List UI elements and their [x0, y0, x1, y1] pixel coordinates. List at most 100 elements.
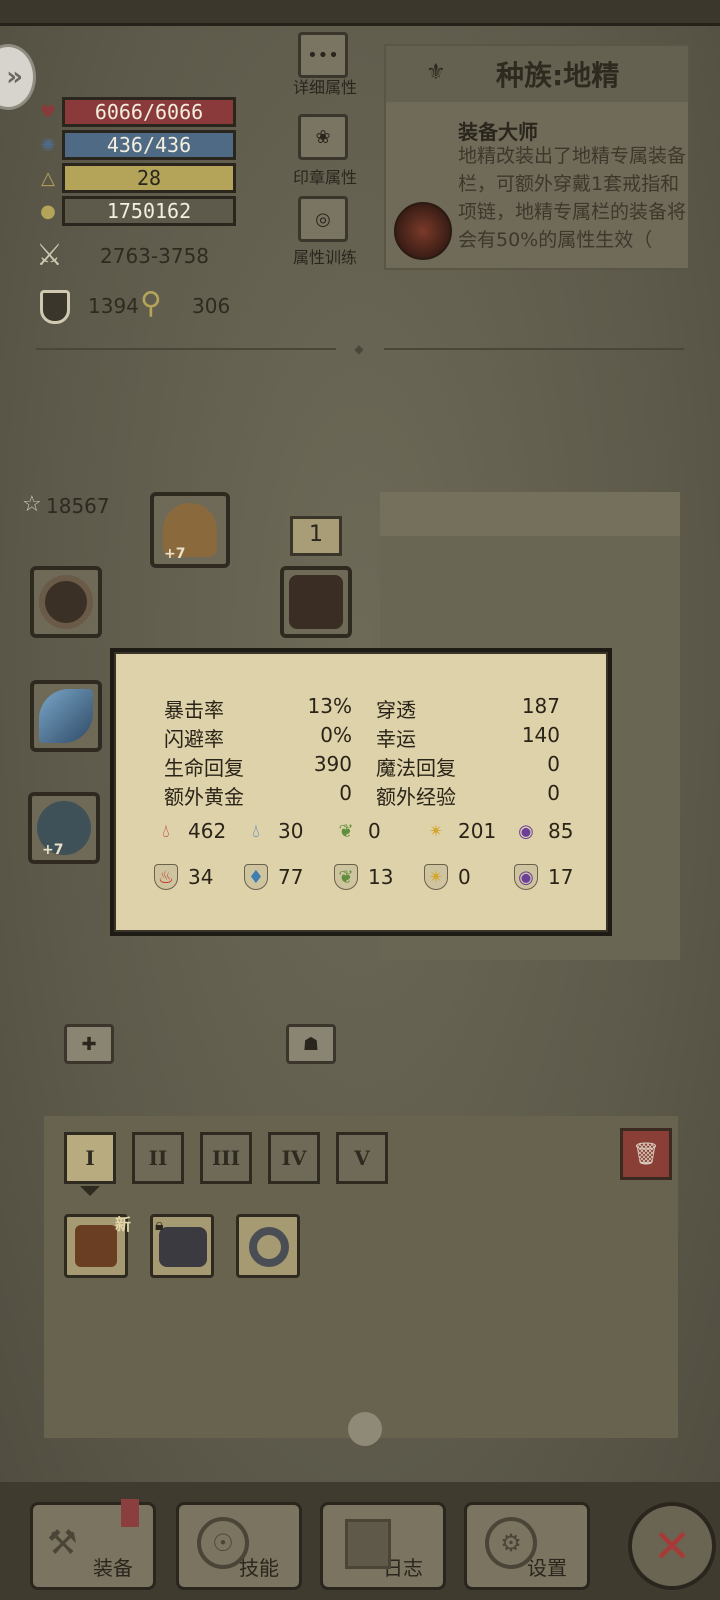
close-button[interactable]: ✕ [628, 1502, 716, 1590]
nature-attack: ❦ 0 [334, 818, 424, 844]
race-skill-icon[interactable] [394, 202, 452, 260]
race-skill-description: 地精改装出了地精专属装备栏，可额外穿戴1套戒指和项链，地精专属栏的装备将会有50… [458, 145, 687, 251]
crit-rate-value: 13% [307, 694, 352, 718]
arcane-attack: ◉ 85 [514, 818, 604, 844]
inventory-tab-2[interactable]: II [132, 1132, 184, 1184]
race-title: 种族:地精 [496, 59, 620, 92]
new-item-tag: 新 [114, 1215, 131, 1234]
nav-equip-label: 装备 [93, 1556, 133, 1580]
inventory-tab-3[interactable]: III [200, 1132, 252, 1184]
mask-icon: ☗ [302, 1033, 320, 1055]
nature-attack-value: 0 [368, 819, 381, 843]
necklace-item-icon [39, 575, 93, 629]
top-border [0, 0, 720, 26]
close-x-icon: ✕ [652, 1519, 692, 1573]
attack-value: 2763-3758 [100, 244, 210, 268]
divider-left [36, 348, 336, 350]
armor-shield-icon [40, 290, 70, 324]
water-attack-value: 30 [278, 819, 304, 843]
plus-cross-icon: ✚ [81, 1033, 97, 1055]
weapon-item-icon [39, 689, 93, 743]
level-triangle-icon: △ [41, 167, 55, 189]
light-resist: ✴ 0 [424, 864, 514, 890]
nav-settings-button[interactable]: ⚙ 设置 [464, 1502, 590, 1590]
dodge-rate-label: 闪避率 [164, 727, 224, 751]
detail-attributes-button[interactable]: ••• [298, 32, 348, 78]
leaf-shield-icon: ❦ [334, 864, 358, 890]
nav-skill-button[interactable]: ☉ 技能 [176, 1502, 302, 1590]
light-resist-value: 0 [458, 865, 471, 889]
level-row: △ 28 [36, 163, 236, 193]
target-icon: ◎ [315, 208, 331, 230]
inventory-item-ring[interactable] [236, 1214, 300, 1278]
detail-attributes-label: 详细属性 [292, 78, 357, 97]
heal-plus-button[interactable]: ✚ [64, 1024, 114, 1064]
arcane-resist-value: 17 [548, 865, 574, 889]
equipment-score: 18567 [46, 494, 110, 518]
swirl-shield-icon: ◉ [514, 864, 538, 890]
nav-log-button[interactable]: 日志 [320, 1502, 446, 1590]
divider-ornament: ◆ [354, 342, 364, 356]
armor-slot[interactable] [280, 566, 352, 638]
page-indicator-dot [348, 1412, 382, 1446]
hp-row: ♥ 6066/6066 [36, 97, 236, 127]
inventory-tab-4[interactable]: IV [268, 1132, 320, 1184]
arcane-resist: ◉ 17 [514, 864, 604, 890]
magic-resist-value: 306 [192, 294, 231, 318]
crossed-swords-icon: ⚔ [36, 238, 63, 273]
weapon-slot[interactable] [30, 680, 102, 752]
penetration-label: 穿透 [376, 698, 416, 722]
fire-shield-icon: ♨ [154, 864, 178, 890]
luck-value: 140 [521, 723, 560, 747]
fire-attack-value: 462 [188, 819, 227, 843]
extra-exp-value: 0 [547, 781, 560, 805]
fire-resist-value: 34 [188, 865, 214, 889]
active-tab-indicator [80, 1186, 100, 1196]
inventory-item-glove[interactable]: 新 [64, 1214, 131, 1278]
fire-resist: ♨ 34 [154, 864, 244, 890]
elemental-attack-row: 💧︎ 462 💧︎ 30 ❦ 0 ✴ 201 ◉ 85 [154, 818, 604, 844]
ellipsis-icon: ••• [307, 44, 339, 66]
seal-attributes-button[interactable]: ❀ [298, 114, 348, 160]
trash-button[interactable]: 🗑︎ [620, 1128, 672, 1180]
water-drop-icon: 💧︎ [252, 820, 260, 842]
gold-coins-icon: ● [40, 200, 56, 222]
attribute-row: 暴击率 13% 穿透 187 [164, 694, 584, 723]
ring-slot[interactable]: +7 [28, 792, 100, 864]
bookmark-icon [121, 1499, 139, 1527]
attribute-row: 生命回复 390 魔法回复 0 [164, 752, 584, 781]
helmet-slot[interactable]: +7 [150, 492, 230, 568]
divider-right [384, 348, 684, 350]
hp-regen-label: 生命回复 [164, 756, 244, 780]
mp-regen-label: 魔法回复 [376, 756, 456, 780]
magic-resist-icon: ⚲ [140, 286, 162, 321]
character-preview-header [380, 492, 680, 536]
pet-mask-button[interactable]: ☗ [286, 1024, 336, 1064]
lightning-star-icon: ✴ [428, 820, 444, 842]
race-panel: ⚜ 种族:地精 装备大师 地精改装出了地精专属装备栏，可额外穿戴1套戒指和项链，… [384, 44, 690, 270]
ring-enhance-level: +7 [42, 842, 64, 858]
heart-icon: ♥ [39, 101, 57, 123]
attribute-grid: 暴击率 13% 穿透 187 闪避率 0% 幸运 140 生命回复 390 魔法… [164, 694, 584, 810]
penetration-value: 187 [521, 694, 560, 718]
race-skill-name: 装备大师 [458, 120, 538, 144]
inventory-item-crown[interactable]: 🔒︎ [150, 1214, 214, 1278]
flower-seal-icon: ❀ [315, 126, 331, 148]
mp-row: ✺ 436/436 [36, 130, 236, 160]
gold-row: ● 1750162 [36, 196, 236, 226]
seal-attributes-label: 印章属性 [292, 168, 357, 187]
attribute-training-button[interactable]: ◎ [298, 196, 348, 242]
attribute-row: 闪避率 0% 幸运 140 [164, 723, 584, 752]
inventory-tab-5[interactable]: V [336, 1132, 388, 1184]
water-shield-icon: ♦ [244, 864, 268, 890]
light-attack: ✴ 201 [424, 818, 514, 844]
attribute-row: 额外黄金 0 额外经验 0 [164, 781, 584, 810]
inventory-tab-1[interactable]: I [64, 1132, 116, 1184]
necklace-slot[interactable] [30, 566, 102, 638]
trash-icon: 🗑︎ [632, 1141, 660, 1167]
settings-gear-icon: ⚙ [485, 1517, 537, 1569]
race-header: ⚜ 种族:地精 [386, 46, 688, 102]
water-resist: ♦ 77 [244, 864, 334, 890]
nav-equip-button[interactable]: ⚒ 装备 [30, 1499, 156, 1590]
level-bar: 28 [62, 163, 236, 193]
